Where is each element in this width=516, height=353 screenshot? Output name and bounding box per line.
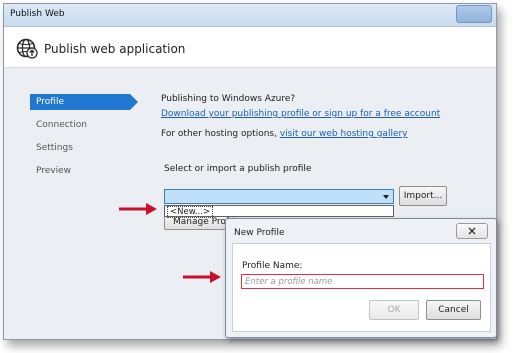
import-button[interactable]: Import... (399, 186, 447, 206)
dialog-title: New Profile (234, 228, 285, 238)
window-title: Publish Web (10, 9, 65, 19)
chevron-down-icon[interactable] (383, 195, 389, 199)
profile-dropdown-list: <New...> (164, 205, 394, 218)
page-title: Publish web application (44, 42, 186, 56)
title-bar: Publish Web (4, 4, 496, 27)
hosting-options-text: For other hosting options, visit our web… (161, 129, 408, 139)
hosting-prefix: For other hosting options, (161, 129, 277, 139)
ok-button[interactable]: OK (369, 300, 419, 320)
azure-heading: Publishing to Windows Azure? (161, 94, 296, 104)
dialog-body: Profile Name: OK Cancel (232, 243, 491, 332)
wizard-header: Publish web application (4, 27, 496, 68)
new-profile-dialog: New Profile Profile Name: OK Cancel (225, 218, 497, 338)
download-profile-link[interactable]: Download your publishing profile or sign… (161, 109, 440, 119)
dropdown-option-new[interactable]: <New...> (167, 206, 214, 218)
profile-name-input[interactable] (241, 274, 484, 289)
nav-item-settings[interactable]: Settings (30, 140, 126, 156)
profile-name-label: Profile Name: (242, 261, 303, 271)
nav-item-connection[interactable]: Connection (30, 117, 126, 133)
nav-item-preview[interactable]: Preview (30, 163, 126, 179)
close-icon[interactable] (468, 227, 476, 235)
nav-item-profile[interactable]: Profile (30, 94, 138, 110)
globe-publish-icon (16, 38, 38, 59)
select-profile-label: Select or import a publish profile (164, 164, 312, 174)
publish-web-window: Publish Web Publish web application Prof… (3, 3, 497, 340)
window-close-button[interactable] (456, 5, 492, 23)
dialog-close-button[interactable] (456, 223, 488, 239)
callout-arrow-icon (119, 203, 157, 215)
callout-arrow-icon (183, 271, 221, 283)
hosting-gallery-link[interactable]: visit our web hosting gallery (280, 129, 408, 139)
cancel-button[interactable]: Cancel (426, 300, 481, 320)
profile-select[interactable] (164, 189, 394, 204)
